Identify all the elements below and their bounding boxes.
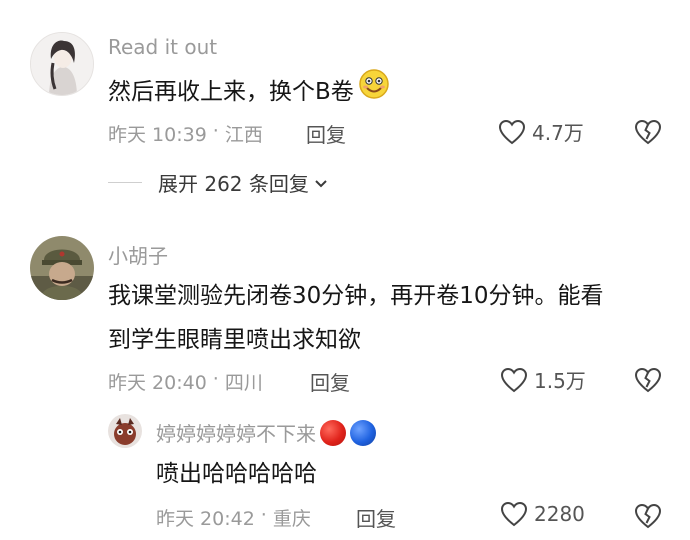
- reply-username[interactable]: 婷婷婷婷婷不下来: [156, 418, 316, 447]
- like-count: 2280: [534, 502, 585, 526]
- comment-username[interactable]: Read it out: [108, 35, 217, 59]
- meta-separator: ·: [260, 504, 267, 526]
- comment-text-body: 然后再收上来，换个B卷: [108, 78, 354, 105]
- red-circle-icon: [320, 419, 346, 446]
- reply-username-row: 婷婷婷婷婷不下来: [156, 418, 376, 447]
- comment-location: 四川: [224, 372, 263, 394]
- comment-text: 然后再收上来，换个B卷: [108, 68, 390, 115]
- comment-location: 江西: [224, 124, 263, 146]
- comment-text-line-1: 我课堂测验先闭卷30分钟，再开卷10分钟。能看: [108, 283, 604, 309]
- comment-text-line-2: 到学生眼睛里喷出求知欲: [108, 327, 361, 353]
- reply-time: 昨天 20:42: [156, 508, 255, 530]
- like-button[interactable]: 4.7万: [498, 117, 584, 146]
- broken-heart-icon[interactable]: [634, 503, 662, 529]
- reply-button[interactable]: 回复: [310, 367, 350, 396]
- blue-circle-icon: [350, 419, 376, 446]
- avatar[interactable]: [30, 32, 94, 96]
- comment-time: 昨天 20:40: [108, 372, 207, 394]
- avatar[interactable]: [108, 414, 142, 448]
- wink-emoji-icon: [358, 68, 390, 115]
- comment-time: 昨天 10:39: [108, 124, 207, 146]
- like-count: 1.5万: [534, 369, 586, 393]
- comment-meta: 昨天 10:39 · 江西: [108, 120, 263, 147]
- avatar[interactable]: [30, 236, 94, 300]
- reply-button[interactable]: 回复: [356, 503, 396, 532]
- reply-text: 喷出哈哈哈哈哈: [156, 461, 317, 487]
- broken-heart-icon[interactable]: [634, 119, 662, 145]
- expand-replies-button[interactable]: 展开 262 条回复: [108, 168, 329, 197]
- heart-outline-icon: [500, 501, 528, 527]
- comment-meta: 昨天 20:40 · 四川: [108, 368, 263, 395]
- heart-outline-icon: [498, 119, 526, 145]
- like-count: 4.7万: [532, 121, 584, 145]
- heart-outline-icon: [500, 367, 528, 393]
- divider: [108, 182, 142, 183]
- meta-separator: ·: [212, 368, 219, 390]
- like-button[interactable]: 1.5万: [500, 365, 586, 394]
- reply-button[interactable]: 回复: [306, 119, 346, 148]
- chevron-down-icon: [313, 175, 329, 191]
- reply-location: 重庆: [272, 508, 311, 530]
- meta-separator: ·: [212, 120, 219, 142]
- broken-heart-icon[interactable]: [634, 367, 662, 393]
- expand-replies-label: 展开 262 条回复: [158, 172, 309, 196]
- like-button[interactable]: 2280: [500, 501, 585, 527]
- reply-meta: 昨天 20:42 · 重庆: [156, 504, 311, 531]
- comment-username[interactable]: 小胡子: [108, 240, 168, 269]
